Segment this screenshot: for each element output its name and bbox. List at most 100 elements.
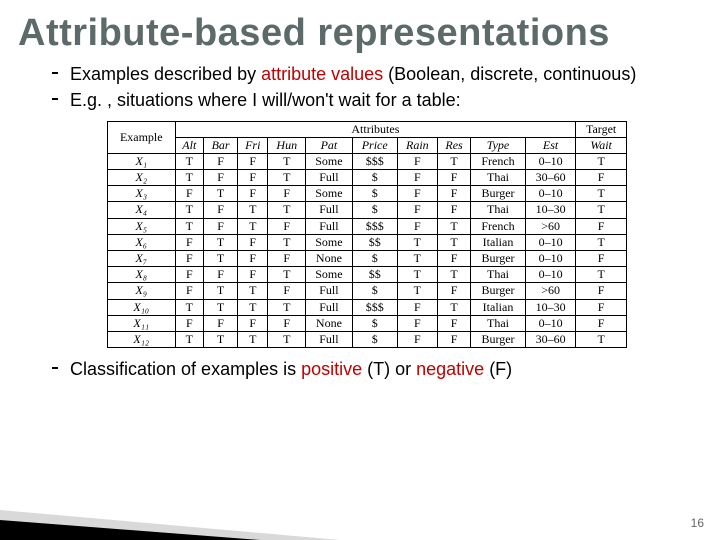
bullet-3: Classification of examples is positive (… [52, 358, 682, 382]
decorative-wedge [0, 480, 340, 540]
cell: T [438, 299, 471, 315]
cell: T [175, 202, 204, 218]
bullet-1-keyword: attribute values [261, 64, 383, 84]
cell: T [397, 283, 437, 299]
row-target: T [576, 267, 627, 283]
cell: French [471, 153, 526, 169]
row-example: X₅ [108, 218, 176, 234]
cell: F [175, 251, 204, 267]
cell: F [238, 234, 268, 250]
cell: Thai [471, 267, 526, 283]
cell: Some [306, 186, 353, 202]
cell: $ [352, 331, 397, 347]
row-example: X₆ [108, 234, 176, 250]
cell: F [175, 267, 204, 283]
cell: T [238, 218, 268, 234]
cell: 10–30 [525, 202, 575, 218]
cell: T [438, 218, 471, 234]
table-head-row-1: Example Attributes Target [108, 121, 627, 137]
cell: F [238, 170, 268, 186]
attr-col-8: Type [471, 137, 526, 153]
cell: T [238, 283, 268, 299]
cell: 0–10 [525, 251, 575, 267]
target-col: Wait [576, 137, 627, 153]
table-row: X₁₀TTTTFull$$$FTItalian10–30F [108, 299, 627, 315]
examples-table: Example Attributes Target AltBarFriHunPa… [107, 121, 627, 349]
cell: 10–30 [525, 299, 575, 315]
row-example: X₃ [108, 186, 176, 202]
row-target: F [576, 170, 627, 186]
cell: F [397, 153, 437, 169]
row-target: T [576, 234, 627, 250]
cell: T [204, 234, 238, 250]
table-row: X₉FTTFFull$TFBurger>60F [108, 283, 627, 299]
cell: $ [352, 202, 397, 218]
cell: $ [352, 315, 397, 331]
cell: Thai [471, 202, 526, 218]
cell: F [268, 218, 306, 234]
cell: F [204, 153, 238, 169]
cell: $ [352, 186, 397, 202]
cell: None [306, 315, 353, 331]
table-body: X₁TFFTSome$$$FTFrench0–10TX₂TFFTFull$FFT… [108, 153, 627, 347]
row-example: X₁₁ [108, 315, 176, 331]
attr-col-2: Fri [238, 137, 268, 153]
col-attributes: Attributes [175, 121, 576, 137]
cell: T [204, 283, 238, 299]
cell: F [438, 251, 471, 267]
cell: F [238, 153, 268, 169]
row-target: F [576, 283, 627, 299]
cell: Full [306, 170, 353, 186]
row-target: F [576, 251, 627, 267]
cell: T [438, 267, 471, 283]
col-example: Example [108, 121, 176, 153]
row-target: F [576, 299, 627, 315]
cell: T [238, 331, 268, 347]
cell: T [204, 299, 238, 315]
cell: F [438, 283, 471, 299]
cell: 0–10 [525, 234, 575, 250]
cell: T [204, 251, 238, 267]
cell: F [175, 315, 204, 331]
cell: 0–10 [525, 315, 575, 331]
cell: Some [306, 234, 353, 250]
row-target: T [576, 153, 627, 169]
cell: Thai [471, 315, 526, 331]
cell: Full [306, 202, 353, 218]
bullet-3-kw1: positive [301, 359, 362, 379]
cell: F [397, 331, 437, 347]
row-example: X₁₀ [108, 299, 176, 315]
cell: $$$ [352, 153, 397, 169]
cell: T [268, 153, 306, 169]
cell: F [397, 186, 437, 202]
cell: Full [306, 218, 353, 234]
cell: 0–10 [525, 267, 575, 283]
cell: Full [306, 299, 353, 315]
cell: F [397, 218, 437, 234]
cell: $$$ [352, 299, 397, 315]
cell: None [306, 251, 353, 267]
bullet-1-post: (Boolean, discrete, continuous) [383, 64, 636, 84]
cell: F [438, 170, 471, 186]
cell: T [175, 170, 204, 186]
table-row: X₃FTFFSome$FFBurger0–10T [108, 186, 627, 202]
cell: >60 [525, 283, 575, 299]
cell: T [238, 299, 268, 315]
cell: Full [306, 331, 353, 347]
bullet-list-top: Examples described by attribute values (… [52, 63, 682, 113]
cell: $ [352, 283, 397, 299]
cell: 30–60 [525, 331, 575, 347]
cell: $$ [352, 267, 397, 283]
bullet-1-pre: Examples described by [70, 64, 261, 84]
bullet-1: Examples described by attribute values (… [52, 63, 682, 87]
table-row: X₁₂TTTTFull$FFBurger30–60T [108, 331, 627, 347]
row-target: F [576, 315, 627, 331]
cell: T [268, 331, 306, 347]
bullet-2: E.g. , situations where I will/won't wai… [52, 89, 682, 113]
bullet-3-kw2: negative [416, 359, 484, 379]
row-example: X₂ [108, 170, 176, 186]
cell: Italian [471, 299, 526, 315]
bullet-3-mid2: (F) [484, 359, 512, 379]
cell: Some [306, 153, 353, 169]
data-table-wrap: Example Attributes Target AltBarFriHunPa… [107, 121, 627, 349]
